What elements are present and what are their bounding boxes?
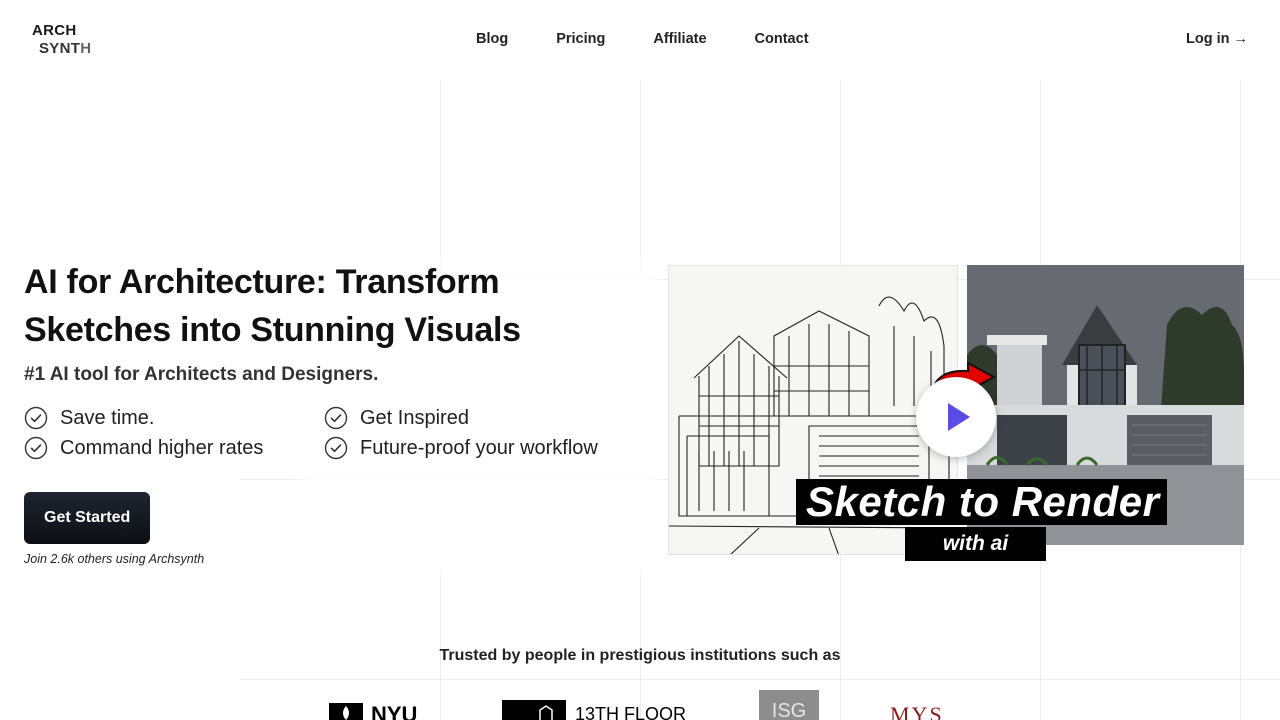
login-link[interactable]: Log in → [1186, 31, 1248, 47]
logo-line-1: ARCH [32, 22, 77, 39]
check-badge-icon [24, 406, 48, 430]
hero-title: AI for Architecture: Transform Sketches … [24, 263, 521, 349]
video-caption-sub: with ai [905, 527, 1046, 561]
svg-text:ISG: ISG [772, 700, 806, 720]
feature-label: Save time. [60, 406, 155, 429]
nyu-logo: NYU [329, 702, 431, 720]
13th-floor-logo: 13TH FLOOR [502, 700, 692, 720]
social-proof-text: Join 2.6k others using Archsynth [24, 552, 205, 566]
svg-text:MYS: MYS [890, 703, 944, 720]
svg-text:NYU: NYU [371, 703, 417, 720]
check-badge-icon [324, 406, 348, 430]
feature-item: Future-proof your workflow [324, 434, 624, 462]
feature-item: Get Inspired [324, 404, 624, 432]
hero-section: AI for Architecture: Transform Sketches … [24, 258, 644, 566]
nav-blog[interactable]: Blog [476, 31, 508, 47]
feature-label: Get Inspired [360, 406, 469, 429]
get-started-button[interactable]: Get Started [24, 492, 151, 544]
mys-logo: MYS [890, 702, 954, 720]
feature-label: Future-proof your workflow [360, 436, 598, 459]
play-button[interactable] [916, 377, 996, 457]
nav-contact[interactable]: Contact [755, 31, 809, 47]
feature-item: Command higher rates [24, 434, 324, 462]
site-header: ARCH SYNTH Blog Pricing Affiliate Contac… [0, 0, 1280, 80]
nav-pricing[interactable]: Pricing [556, 31, 605, 47]
main-nav: Blog Pricing Affiliate Contact [476, 31, 809, 47]
isg-logo: ISG [759, 690, 819, 720]
institution-logos: NYU 13TH FLOOR ISG MYS [0, 690, 1280, 720]
video-caption-main: Sketch to Render [796, 479, 1168, 525]
feature-list: Save time. Get Inspired Command higher r… [24, 404, 644, 462]
demo-video[interactable]: Sketch to Render with ai [668, 265, 1244, 561]
play-icon [948, 403, 970, 431]
archsynth-logo[interactable]: ARCH SYNTH [32, 22, 91, 58]
trusted-heading: Trusted by people in prestigious institu… [439, 647, 841, 664]
feature-label: Command higher rates [60, 436, 264, 459]
logo-line-2: SYNTH [39, 40, 92, 57]
check-badge-icon [324, 436, 348, 460]
svg-text:13TH FLOOR: 13TH FLOOR [575, 704, 686, 720]
check-badge-icon [24, 436, 48, 460]
nav-affiliate[interactable]: Affiliate [653, 31, 706, 47]
feature-item: Save time. [24, 404, 324, 432]
hero-subtitle: #1 AI tool for Architects and Designers. [24, 364, 379, 385]
